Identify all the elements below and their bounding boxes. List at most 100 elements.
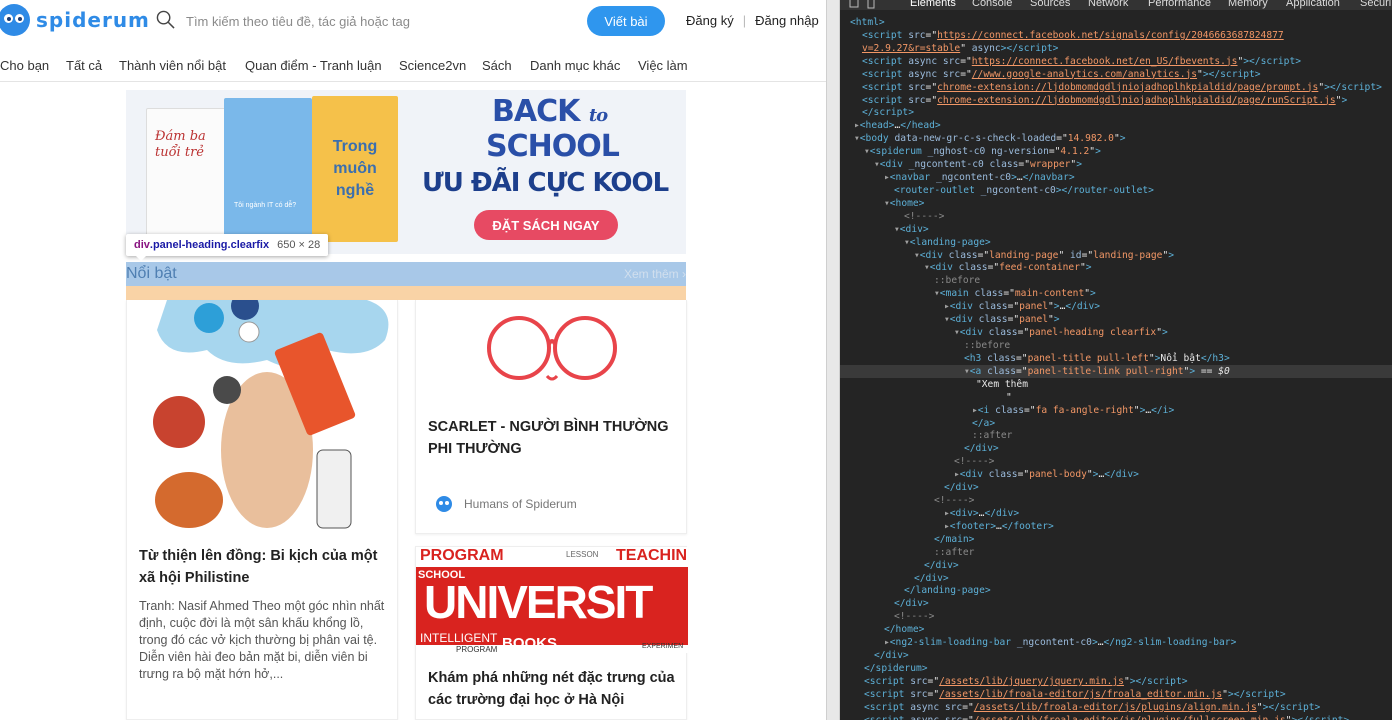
post-author[interactable]: Humans of Spiderum [436, 496, 577, 512]
dom-node-line[interactable]: </div> [840, 481, 1392, 494]
tooltip-classes: .panel-heading.clearfix [149, 239, 270, 251]
dom-node-line[interactable]: </main> [840, 533, 1392, 546]
tab-memory[interactable]: Memory [1228, 0, 1268, 9]
dom-node-line[interactable]: ::after [840, 546, 1392, 559]
dom-node-line[interactable]: </script> [840, 106, 1392, 119]
dom-node-line[interactable]: <script async src="//www.google-analytic… [840, 68, 1392, 81]
dom-node-line[interactable]: </div> [840, 442, 1392, 455]
order-books-button[interactable]: ĐẶT SÁCH NGAY [474, 210, 618, 240]
inspect-element-icon[interactable] [848, 0, 884, 10]
tab-sources[interactable]: Sources [1030, 0, 1070, 9]
dom-node-line[interactable]: ▸<head>…</head> [840, 119, 1392, 132]
dom-node-line[interactable]: ::before [840, 274, 1392, 287]
dom-node-line[interactable]: <script async src="/assets/lib/froala-ed… [840, 714, 1392, 720]
dom-node-line[interactable]: <router-outlet _ngcontent-c0></router-ou… [840, 184, 1392, 197]
post-card[interactable]: PROGRAM LESSON TEACHIN SCHOOL UNIVERSIT … [415, 546, 688, 720]
category-tab[interactable]: Quan điểm - Tranh luận [245, 58, 382, 73]
dom-node-line[interactable]: v=2.9.27&r=stable" async></script> [840, 42, 1392, 55]
dom-node-line[interactable]: ▾<a class="panel-title-link pull-right">… [840, 364, 1392, 378]
dom-node-line[interactable]: <script async src="/assets/lib/froala-ed… [840, 701, 1392, 714]
category-tab[interactable]: Danh mục khác [530, 58, 620, 73]
dom-node-line[interactable]: ▾<div class="feed-container"> [840, 261, 1392, 274]
dom-node-line[interactable]: ::after [840, 429, 1392, 442]
dom-node-line[interactable]: ▸<div class="panel">…</div> [840, 300, 1392, 313]
category-tab[interactable]: Thành viên nổi bật [119, 58, 226, 73]
dom-node-line[interactable]: <script src="https://connect.facebook.ne… [840, 29, 1392, 42]
dom-node-line[interactable]: <script async src="https://connect.faceb… [840, 55, 1392, 68]
category-tab[interactable]: Science2vn [399, 58, 466, 73]
dom-node-line[interactable]: ▾<div class="landing-page" id="landing-p… [840, 249, 1392, 262]
dom-node-line[interactable]: <!----> [840, 494, 1392, 507]
image-word: UNIVERSIT [424, 576, 653, 628]
dom-node-line[interactable]: ▸<div class="panel-body">…</div> [840, 468, 1392, 481]
category-tab[interactable]: Tất cả [66, 58, 102, 73]
dom-node-line[interactable]: ▸<navbar _ngcontent-c0>…</navbar> [840, 171, 1392, 184]
dom-node-line[interactable]: <script src="/assets/lib/jquery/jquery.m… [840, 675, 1392, 688]
post-title[interactable]: Từ thiện lên đồng: Bi kịch của một xã hộ… [139, 545, 389, 589]
dom-node-line[interactable]: </home> [840, 623, 1392, 636]
dom-node-line[interactable]: ▸<i class="fa fa-angle-right">…</i> [840, 404, 1392, 417]
tab-application[interactable]: Application [1286, 0, 1340, 9]
post-card[interactable]: SCARLET - NGƯỜI BÌNH THƯỜNG PHI THƯỜNG H… [415, 300, 687, 534]
dom-node-line[interactable]: ▾<spiderum _nghost-c0 ng-version="4.1.2"… [840, 145, 1392, 158]
dom-node-line[interactable]: <script src="/assets/lib/froala-editor/j… [840, 688, 1392, 701]
dom-node-line[interactable]: <script src="chrome-extension://ljdobmom… [840, 94, 1392, 107]
category-tab[interactable]: Cho bạn [0, 58, 49, 73]
post-title[interactable]: Khám phá những nét đặc trưng của các trư… [428, 667, 678, 711]
login-link[interactable]: Đăng nhập [755, 13, 819, 28]
dom-node-line[interactable]: <script src="chrome-extension://ljdobmom… [840, 81, 1392, 94]
dom-node-line[interactable]: ▾<div class="panel-heading clearfix"> [840, 326, 1392, 339]
search-input[interactable] [186, 10, 566, 32]
dom-node-line[interactable]: </a> [840, 417, 1392, 430]
write-post-button[interactable]: Viết bài [587, 6, 665, 36]
logo[interactable]: spiderum [0, 4, 150, 36]
dom-node-line[interactable]: ▾<div> [840, 223, 1392, 236]
tab-network[interactable]: Network [1088, 0, 1128, 9]
dom-node-line[interactable]: </div> [840, 572, 1392, 585]
see-more-link[interactable]: Xem thêm › [624, 267, 686, 281]
dom-node-line[interactable]: ▾<home> [840, 197, 1392, 210]
dom-node-line[interactable]: <h3 class="panel-title pull-left">Nổi bậ… [840, 352, 1392, 365]
dom-node-line[interactable]: " [840, 391, 1392, 404]
auth-divider: | [742, 13, 747, 28]
tab-performance[interactable]: Performance [1148, 0, 1211, 9]
dom-node-line[interactable]: <html> [840, 16, 1392, 29]
post-illustration [153, 300, 389, 529]
dom-node-line[interactable]: </div> [840, 597, 1392, 610]
post-title[interactable]: SCARLET - NGƯỜI BÌNH THƯỜNG PHI THƯỜNG [428, 416, 678, 460]
banner-title-school: SCHOOL [486, 129, 620, 164]
category-tab[interactable]: Sách [482, 58, 512, 73]
dom-node-line[interactable]: ▸<ng2-slim-loading-bar _ngcontent-c0>…</… [840, 636, 1392, 649]
dom-node-line[interactable]: "Xem thêm [840, 378, 1392, 391]
dom-node-line[interactable]: </div> [840, 649, 1392, 662]
tab-elements[interactable]: Elements [910, 0, 956, 9]
dom-node-line[interactable]: ▾<div class="panel"> [840, 313, 1392, 326]
dom-node-line[interactable]: <!----> [840, 455, 1392, 468]
dom-node-line[interactable]: ▾<main class="main-content"> [840, 287, 1392, 300]
book-cover: Trong muôn nghề [312, 96, 398, 242]
panel-heading: Nổi bật Xem thêm › [126, 262, 686, 286]
dom-node-line[interactable]: ▾<landing-page> [840, 236, 1392, 249]
register-link[interactable]: Đăng ký [686, 13, 734, 28]
devtools-splitter[interactable] [826, 0, 840, 720]
dom-node-line[interactable]: </landing-page> [840, 584, 1392, 597]
inspector-tooltip: div .panel-heading.clearfix 650 × 28 [126, 234, 329, 261]
tab-console[interactable]: Console [972, 0, 1012, 9]
dom-node-line[interactable]: ▾<body data-new-gr-c-s-check-loaded="14.… [840, 132, 1392, 145]
dom-node-line[interactable]: <!----> [840, 610, 1392, 623]
dom-node-line[interactable]: ▸<div>…</div> [840, 507, 1392, 520]
spider-logo-icon [0, 4, 30, 36]
promo-banner[interactable]: Đám ba tuổi trẻ Tôi ngành IT có dễ? Tron… [126, 90, 686, 254]
dom-node-line[interactable]: ▸<footer>…</footer> [840, 520, 1392, 533]
dom-node-line[interactable]: </spiderum> [840, 662, 1392, 675]
tooltip-size: 650 × 28 [277, 239, 321, 251]
post-card[interactable]: Từ thiện lên đồng: Bi kịch của một xã hộ… [126, 300, 398, 720]
dom-node-line[interactable]: ::before [840, 339, 1392, 352]
dom-node-line[interactable]: </div> [840, 559, 1392, 572]
category-tab[interactable]: Việc làm [638, 58, 688, 73]
search-icon[interactable] [156, 10, 175, 29]
tab-security[interactable]: Securi [1360, 0, 1391, 9]
dom-node-line[interactable]: <!----> [840, 210, 1392, 223]
dom-node-line[interactable]: ▾<div _ngcontent-c0 class="wrapper"> [840, 158, 1392, 171]
auth-links: Đăng ký | Đăng nhập [686, 13, 819, 28]
